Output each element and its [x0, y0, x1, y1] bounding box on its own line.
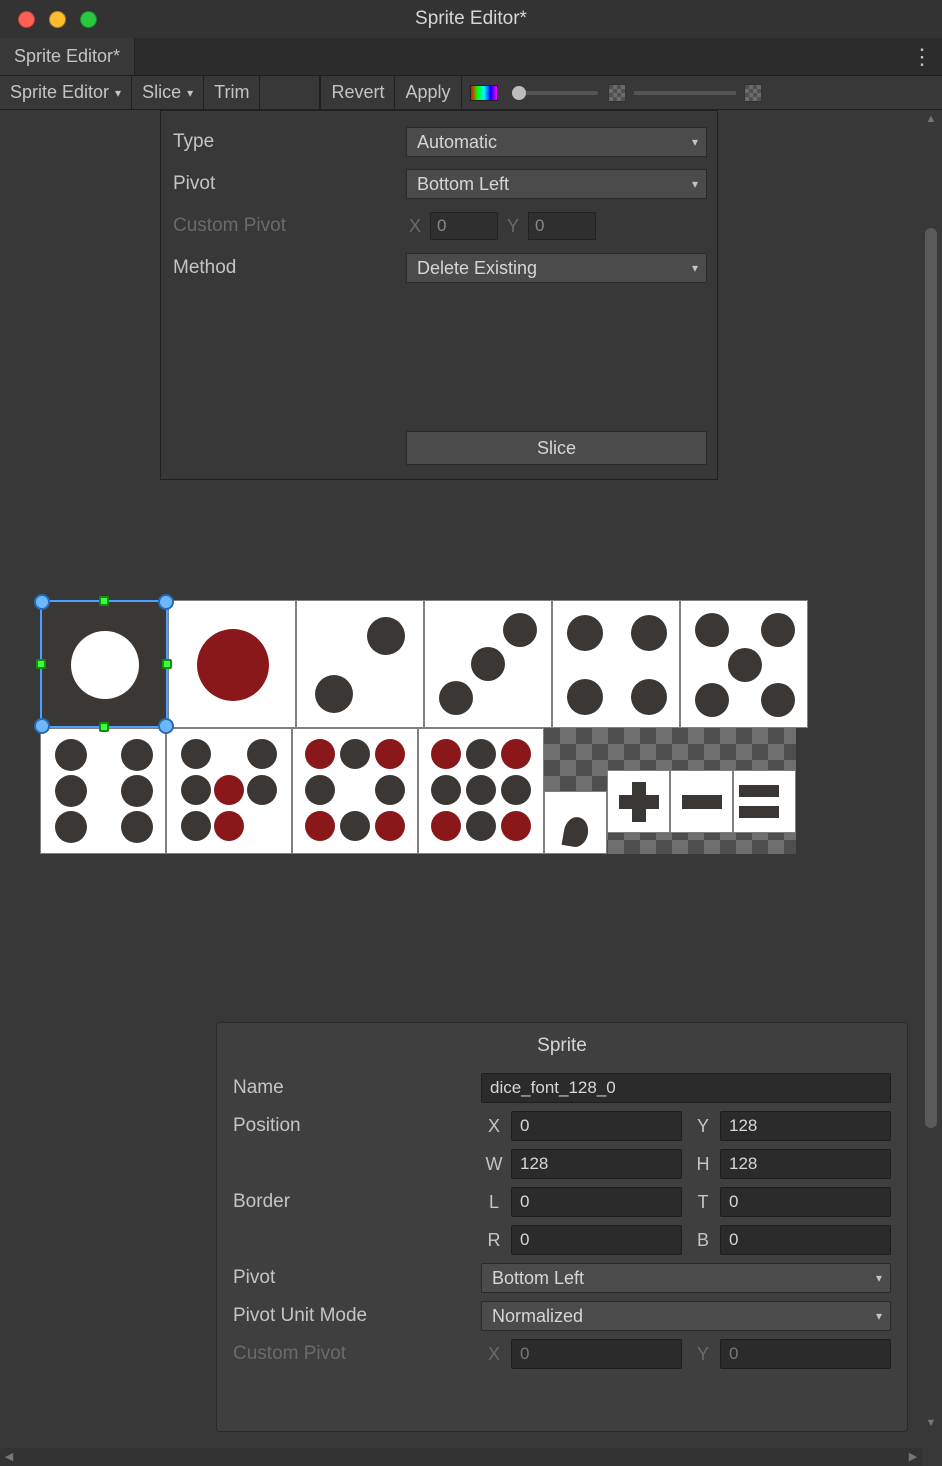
window-title: Sprite Editor* — [0, 8, 942, 30]
inspector-pivot-select[interactable]: Bottom Left — [481, 1263, 891, 1293]
sprite-cell[interactable] — [733, 770, 796, 833]
sprite-cell[interactable] — [168, 600, 296, 728]
horizontal-scrollbar[interactable]: ◀ ▶ — [0, 1448, 922, 1466]
scroll-down-icon[interactable]: ▼ — [922, 1414, 940, 1432]
name-label: Name — [233, 1077, 481, 1099]
sprite-cell[interactable] — [292, 728, 418, 854]
sprite-cell[interactable] — [40, 600, 168, 728]
pivot-unit-select[interactable]: Normalized — [481, 1301, 891, 1331]
type-select[interactable]: Automatic — [406, 127, 707, 157]
slice-panel: Type Automatic Pivot Bottom Left Custom … — [160, 110, 718, 480]
color-spectrum-icon[interactable] — [470, 85, 498, 101]
slice-button[interactable]: Slice — [406, 431, 707, 465]
pos-y-input[interactable]: 128 — [720, 1111, 891, 1141]
vertical-scrollbar[interactable]: ▲ ▼ — [922, 110, 940, 1432]
revert-button[interactable]: Revert — [320, 76, 395, 109]
border-label: Border — [233, 1191, 481, 1213]
sprite-cell[interactable] — [680, 600, 808, 728]
method-label: Method — [171, 257, 406, 279]
toolbar: Sprite Editor Slice Trim Revert Apply — [0, 76, 942, 110]
name-input[interactable]: dice_font_128_0 — [481, 1073, 891, 1103]
bor-b-input[interactable]: 0 — [720, 1225, 891, 1255]
sprite-sheet — [40, 600, 810, 854]
sprite-cell[interactable] — [166, 728, 292, 854]
type-label: Type — [171, 131, 406, 153]
sprite-cell[interactable] — [670, 770, 733, 833]
custom-pivot-x-label: X — [406, 216, 424, 237]
custom-pivot-y-input: 0 — [528, 212, 596, 240]
bor-b-label: B — [690, 1230, 716, 1251]
sprite-cell[interactable] — [296, 600, 424, 728]
custom-pivot-x-input: 0 — [430, 212, 498, 240]
inspector-custom-pivot-label: Custom Pivot — [233, 1343, 481, 1365]
pos-y-label: Y — [690, 1116, 716, 1137]
custom-y-label: Y — [690, 1344, 716, 1365]
pivot-select[interactable]: Bottom Left — [406, 169, 707, 199]
bor-r-label: R — [481, 1230, 507, 1251]
tab-sprite-editor[interactable]: Sprite Editor* — [0, 38, 135, 75]
custom-y-input: 0 — [720, 1339, 891, 1369]
custom-x-label: X — [481, 1344, 507, 1365]
pivot-unit-label: Pivot Unit Mode — [233, 1305, 481, 1327]
pos-w-label: W — [481, 1154, 507, 1175]
sprite-cell[interactable] — [607, 770, 670, 833]
bor-r-input[interactable]: 0 — [511, 1225, 682, 1255]
alpha-slider[interactable] — [630, 76, 740, 109]
sprite-cell[interactable] — [552, 600, 680, 728]
alpha-icon[interactable] — [608, 84, 626, 102]
pos-w-input[interactable]: 128 — [511, 1149, 682, 1179]
scroll-up-icon[interactable]: ▲ — [922, 110, 940, 128]
custom-pivot-y-label: Y — [504, 216, 522, 237]
position-label: Position — [233, 1115, 481, 1137]
titlebar: Sprite Editor* — [0, 0, 942, 38]
sprite-inspector: Sprite Name dice_font_128_0 Position X0 … — [216, 1022, 908, 1432]
zoom-slider[interactable] — [506, 76, 604, 109]
scroll-right-icon[interactable]: ▶ — [904, 1448, 922, 1466]
bor-l-label: L — [481, 1192, 507, 1213]
bor-t-label: T — [690, 1192, 716, 1213]
sprite-cell[interactable] — [40, 728, 166, 854]
mip-icon[interactable] — [744, 84, 762, 102]
bor-l-input[interactable]: 0 — [511, 1187, 682, 1217]
trim-button[interactable]: Trim — [204, 76, 260, 109]
sprite-editor-dropdown[interactable]: Sprite Editor — [0, 76, 132, 109]
pos-h-input[interactable]: 128 — [720, 1149, 891, 1179]
kebab-menu-icon[interactable]: ⋮ — [902, 38, 942, 75]
sprite-cell[interactable] — [418, 728, 544, 854]
custom-x-input: 0 — [511, 1339, 682, 1369]
sprite-cell[interactable] — [424, 600, 552, 728]
slice-dropdown[interactable]: Slice — [132, 76, 204, 109]
apply-button[interactable]: Apply — [395, 76, 461, 109]
sprite-editor-label: Sprite Editor — [10, 82, 109, 103]
scroll-left-icon[interactable]: ◀ — [0, 1448, 18, 1466]
pivot-label: Pivot — [171, 173, 406, 195]
pos-h-label: H — [690, 1154, 716, 1175]
custom-pivot-label: Custom Pivot — [171, 215, 406, 237]
pos-x-label: X — [481, 1116, 507, 1137]
slice-label: Slice — [142, 82, 181, 103]
sprite-cell[interactable] — [544, 791, 607, 854]
method-select[interactable]: Delete Existing — [406, 253, 707, 283]
pos-x-input[interactable]: 0 — [511, 1111, 682, 1141]
inspector-pivot-label: Pivot — [233, 1267, 481, 1289]
tab-row: Sprite Editor* ⋮ — [0, 38, 942, 76]
bor-t-input[interactable]: 0 — [720, 1187, 891, 1217]
inspector-title: Sprite — [233, 1035, 891, 1057]
